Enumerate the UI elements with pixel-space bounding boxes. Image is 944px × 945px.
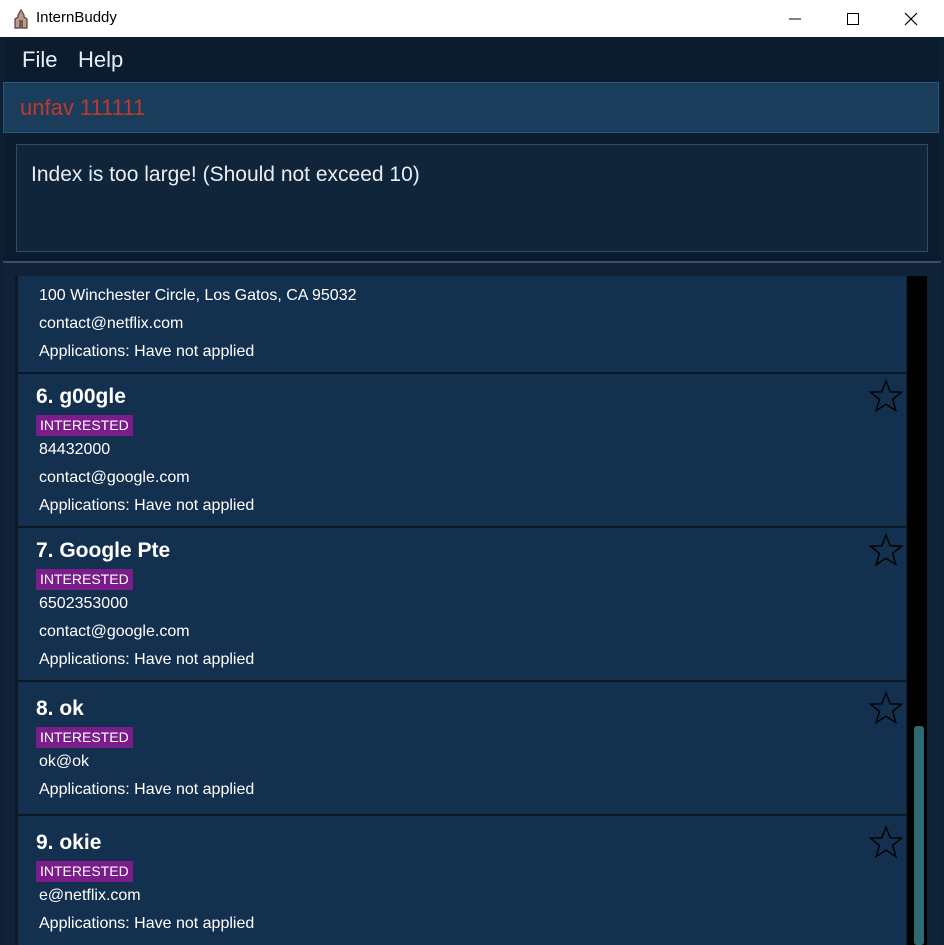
result-panel: Index is too large! (Should not exceed 1… (3, 135, 941, 261)
close-icon (904, 12, 918, 25)
app-icon (14, 9, 28, 29)
company-email: contact@google.com (39, 469, 190, 486)
company-email: e@netflix.com (39, 887, 141, 904)
status-tag: INTERESTED (36, 415, 133, 436)
company-applications: Applications: Have not applied (39, 651, 255, 668)
company-phone: 84432000 (39, 441, 111, 458)
menu-file[interactable]: File (22, 47, 57, 73)
company-list[interactable]: 100 Winchester Circle, Los Gatos, CA 950… (15, 276, 906, 945)
company-email: contact@netflix.com (39, 315, 184, 332)
company-applications: Applications: Have not applied (39, 497, 255, 514)
close-button[interactable] (882, 0, 940, 37)
company-card[interactable]: 8. ok INTERESTED ok@ok Applications: Hav… (18, 682, 906, 816)
company-name: 7. Google Pte (36, 539, 171, 562)
maximize-icon (847, 12, 859, 25)
company-email: ok@ok (39, 753, 90, 770)
command-input-text: unfav 111111 (20, 95, 146, 120)
maximize-button[interactable] (824, 0, 882, 37)
favorite-star-icon[interactable] (869, 691, 903, 725)
minimize-button[interactable] (766, 0, 824, 37)
company-email: contact@google.com (39, 623, 190, 640)
title-bar: InternBuddy (0, 0, 944, 37)
scrollbar-thumb[interactable] (914, 726, 924, 945)
window-title: InternBuddy (36, 9, 117, 26)
menu-help[interactable]: Help (78, 47, 123, 73)
company-applications: Applications: Have not applied (39, 781, 255, 798)
company-applications: Applications: Have not applied (39, 343, 255, 360)
company-card[interactable]: 100 Winchester Circle, Los Gatos, CA 950… (18, 276, 906, 374)
company-name: 6. g00gle (36, 385, 126, 408)
company-phone: 6502353000 (39, 595, 128, 612)
favorite-star-icon[interactable] (869, 825, 903, 859)
command-input[interactable]: unfav 111111 (3, 82, 939, 133)
company-address: 100 Winchester Circle, Los Gatos, CA 950… (39, 287, 357, 304)
status-tag: INTERESTED (36, 861, 133, 882)
result-message: Index is too large! (Should not exceed 1… (31, 163, 420, 186)
company-name: 9. okie (36, 831, 102, 854)
favorite-star-icon[interactable] (869, 379, 903, 413)
company-card[interactable]: 7. Google Pte INTERESTED 6502353000 cont… (18, 528, 906, 682)
list-scrollbar[interactable] (907, 276, 927, 945)
menu-bar: File Help (3, 37, 941, 81)
status-tag: INTERESTED (36, 727, 133, 748)
status-tag: INTERESTED (36, 569, 133, 590)
favorite-star-icon[interactable] (869, 533, 903, 567)
company-card[interactable]: 9. okie INTERESTED e@netflix.com Applica… (18, 816, 906, 945)
minimize-icon (789, 18, 801, 19)
company-card[interactable]: 6. g00gle INTERESTED 84432000 contact@go… (18, 374, 906, 528)
company-applications: Applications: Have not applied (39, 915, 255, 932)
company-name: 8. ok (36, 697, 84, 720)
result-display: Index is too large! (Should not exceed 1… (16, 144, 928, 252)
